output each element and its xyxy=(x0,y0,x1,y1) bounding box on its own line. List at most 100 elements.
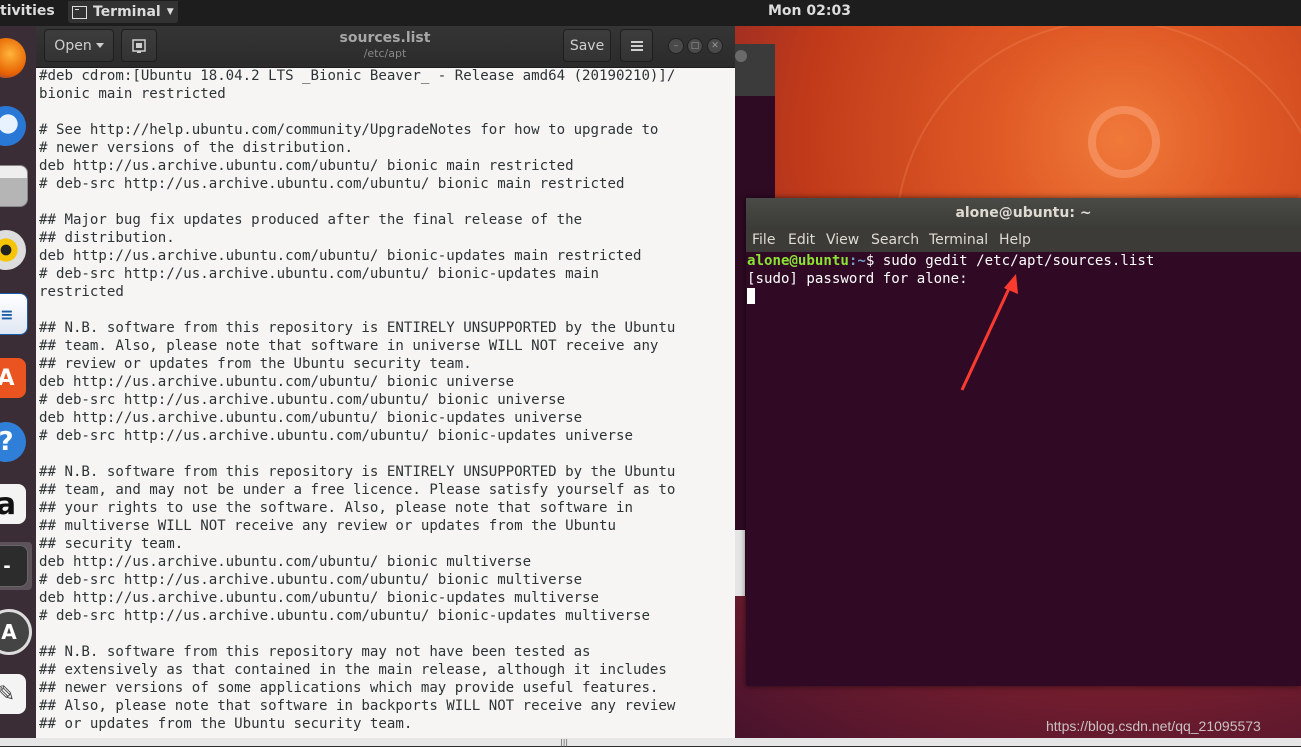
editor-line: deb http://us.archive.ubuntu.com/ubuntu/… xyxy=(39,158,574,174)
software-updater-icon: A xyxy=(0,609,32,655)
menu-view[interactable]: View xyxy=(826,232,859,248)
maximize-icon: □ xyxy=(690,41,700,51)
terminal-prompt-line: alone@ubuntu:~$ sudo gedit /etc/apt/sour… xyxy=(747,252,1297,270)
editor-line: ## N.B. software from this repository is… xyxy=(39,464,676,480)
terminal-cursor xyxy=(747,288,755,304)
menu-search[interactable]: Search xyxy=(871,232,919,248)
rhythmbox-icon xyxy=(0,230,26,270)
editor-line: # deb-src http://us.archive.ubuntu.com/u… xyxy=(39,266,600,282)
dock-item-terminal[interactable]: - xyxy=(0,542,32,590)
firefox-icon xyxy=(0,38,26,78)
dock-item-ubuntu-software[interactable]: A xyxy=(0,354,32,402)
dock-item-rhythmbox[interactable] xyxy=(0,226,32,274)
dock-item-writer[interactable]: ≡ xyxy=(0,290,32,338)
dock-item-text-editor[interactable]: ✎ xyxy=(0,670,32,718)
editor-line: ## N.B. software from this repository ma… xyxy=(39,644,591,660)
dock: ≡ A ? a - A ✎ xyxy=(0,26,36,746)
editor-line: ## your rights to use the software. Also… xyxy=(39,500,633,516)
watermark: https://blog.csdn.net/qq_21095573 xyxy=(1046,718,1261,734)
prompt-path: :~ xyxy=(848,253,866,269)
editor-line: # deb-src http://us.archive.ubuntu.com/u… xyxy=(39,176,625,192)
activities-button[interactable]: tivities xyxy=(0,3,55,19)
editor-line: deb http://us.archive.ubuntu.com/ubuntu/… xyxy=(39,554,532,570)
editor-line: restricted xyxy=(39,284,124,300)
libreoffice-writer-icon: ≡ xyxy=(0,293,28,335)
editor-line: ## security team. xyxy=(39,536,184,552)
close-button[interactable]: ✕ xyxy=(707,38,723,54)
text-editor-area[interactable]: #deb cdrom:[Ubuntu 18.04.2 LTS _Bionic B… xyxy=(39,67,733,746)
help-icon: ? xyxy=(0,422,26,462)
open-button-label: Open xyxy=(54,37,92,54)
editor-line: ## extensively as that contained in the … xyxy=(39,662,667,678)
hamburger-icon xyxy=(630,40,643,51)
maximize-button[interactable]: □ xyxy=(687,38,703,54)
top-panel: tivities Terminal ▼ Mon 02:03 xyxy=(0,0,1301,26)
editor-line: ## N.B. software from this repository is… xyxy=(39,320,676,336)
editor-line: # deb-src http://us.archive.ubuntu.com/u… xyxy=(39,392,566,408)
dock-item-amazon[interactable]: a xyxy=(0,480,32,528)
editor-line: ## Major bug fix updates produced after … xyxy=(39,212,583,228)
prompt-user: alone@ubuntu xyxy=(747,253,849,269)
editor-line: ## distribution. xyxy=(39,230,175,246)
minimize-button[interactable]: – xyxy=(668,38,684,54)
minimize-icon: – xyxy=(673,41,679,51)
editor-line: ## Also, please note that software in ba… xyxy=(39,698,676,714)
terminal-command: sudo gedit /etc/apt/sources.list xyxy=(874,253,1155,269)
editor-line: ## team, and may not be under a free lic… xyxy=(39,482,676,498)
close-icon[interactable] xyxy=(735,50,747,62)
bottom-strip xyxy=(0,738,1301,746)
editor-line: ## or updates from the Ubuntu security t… xyxy=(39,716,413,732)
editor-line: deb http://us.archive.ubuntu.com/ubuntu/… xyxy=(39,374,515,390)
editor-line: # deb-src http://us.archive.ubuntu.com/u… xyxy=(39,428,633,444)
menu-terminal[interactable]: Terminal xyxy=(929,232,988,248)
chevron-down-icon: ▼ xyxy=(166,7,174,17)
editor-line: # newer versions of the distribution. xyxy=(39,140,353,156)
editor-line: deb http://us.archive.ubuntu.com/ubuntu/… xyxy=(39,248,642,264)
open-button[interactable]: Open xyxy=(44,29,114,62)
menu-edit[interactable]: Edit xyxy=(788,232,815,248)
editor-line: ## newer versions of some applications w… xyxy=(39,680,659,696)
editor-line: deb http://us.archive.ubuntu.com/ubuntu/… xyxy=(39,590,600,606)
annotation-arrow xyxy=(960,274,1018,391)
clock[interactable]: Mon 02:03 xyxy=(768,3,851,19)
editor-line: deb http://us.archive.ubuntu.com/ubuntu/… xyxy=(39,410,583,426)
gedit-window: Open sources.list /etc/apt Save – □ ✕ #d… xyxy=(36,26,735,746)
menu-button[interactable] xyxy=(620,29,653,62)
new-document-icon xyxy=(132,38,146,53)
dock-item-help[interactable]: ? xyxy=(0,418,32,466)
editor-line: ## review or updates from the Ubuntu sec… xyxy=(39,356,472,372)
terminal-title[interactable]: alone@ubuntu: ~ xyxy=(746,198,1301,228)
app-menu[interactable]: Terminal ▼ xyxy=(68,1,178,23)
chevron-down-icon xyxy=(95,43,104,48)
dock-item-thunderbird[interactable] xyxy=(0,102,32,150)
amazon-icon: a xyxy=(0,484,26,524)
terminal-menubar: File Edit View Search Terminal Help xyxy=(746,228,1301,252)
terminal-icon: - xyxy=(0,545,28,587)
text-editor-icon: ✎ xyxy=(0,674,26,714)
gedit-header-bar: Open sources.list /etc/apt Save – □ ✕ xyxy=(36,26,735,68)
wallpaper-ring xyxy=(1088,106,1160,178)
editor-line: # deb-src http://us.archive.ubuntu.com/u… xyxy=(39,608,650,624)
editor-line: #deb cdrom:[Ubuntu 18.04.2 LTS _Bionic B… xyxy=(39,68,676,84)
files-icon xyxy=(0,165,28,207)
dock-item-firefox[interactable] xyxy=(0,34,32,82)
menu-file[interactable]: File xyxy=(752,232,775,248)
editor-line: ## team. Also, please note that software… xyxy=(39,338,659,354)
menu-help[interactable]: Help xyxy=(999,232,1031,248)
dock-item-software-updater[interactable]: A xyxy=(0,608,32,656)
save-button[interactable]: Save xyxy=(563,29,611,62)
editor-line: bionic main restricted xyxy=(39,86,226,102)
close-icon: ✕ xyxy=(711,41,719,51)
dock-item-files[interactable] xyxy=(0,162,32,210)
thunderbird-icon xyxy=(0,106,26,146)
new-document-button[interactable] xyxy=(121,29,157,62)
ubuntu-software-icon: A xyxy=(0,358,26,398)
terminal-icon xyxy=(72,5,87,19)
editor-line: ## multiverse WILL NOT receive any revie… xyxy=(39,518,616,534)
document-title: sources.list xyxy=(339,30,431,46)
